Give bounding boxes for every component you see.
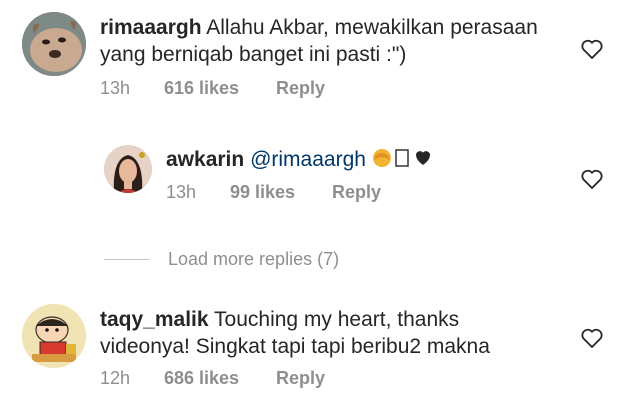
emoji-group xyxy=(372,146,432,175)
comment-meta-1: 13h 616 likes Reply xyxy=(100,78,325,99)
username-taqy-malik[interactable]: taqy_malik xyxy=(100,308,209,331)
load-more-replies-button[interactable]: Load more replies (7) xyxy=(168,249,339,270)
woman-avatar-icon xyxy=(104,145,152,193)
timestamp: 13h xyxy=(166,182,197,202)
likes-count[interactable]: 616 likes xyxy=(164,78,276,99)
comment-meta-2: 13h 99 likes Reply xyxy=(166,182,381,203)
avatar-awkarin[interactable] xyxy=(104,145,152,193)
reply-button[interactable]: Reply xyxy=(276,368,325,389)
mention-rimaaargh[interactable]: @rimaaargh xyxy=(250,148,366,171)
emoji-icons xyxy=(372,149,430,167)
likes-count[interactable]: 686 likes xyxy=(164,368,276,389)
comment-body-1: rimaaargh Allahu Akbar, mewakilkan peras… xyxy=(100,14,570,68)
reply-button[interactable]: Reply xyxy=(332,182,381,203)
like-heart-icon[interactable] xyxy=(580,168,604,190)
like-heart-icon[interactable] xyxy=(580,327,604,349)
username-rimaaargh[interactable]: rimaaargh xyxy=(100,16,202,39)
timestamp: 13h xyxy=(100,78,131,98)
like-heart-icon[interactable] xyxy=(580,38,604,60)
replies-divider xyxy=(104,259,150,260)
avatar-rimaaargh[interactable] xyxy=(22,12,86,76)
comment-body-3: taqy_malik Touching my heart, thanks vid… xyxy=(100,306,520,360)
dog-avatar-icon xyxy=(22,12,86,76)
cartoon-avatar-icon xyxy=(22,304,86,368)
comment-meta-3: 12h 686 likes Reply xyxy=(100,368,325,389)
avatar-taqy-malik[interactable] xyxy=(22,304,86,368)
likes-count[interactable]: 99 likes xyxy=(230,182,332,203)
comment-body-2: awkarin @rimaaargh 🙈💛❤ xyxy=(166,146,566,175)
reply-button[interactable]: Reply xyxy=(276,78,325,99)
username-awkarin[interactable]: awkarin xyxy=(166,148,244,171)
timestamp: 12h xyxy=(100,368,131,388)
